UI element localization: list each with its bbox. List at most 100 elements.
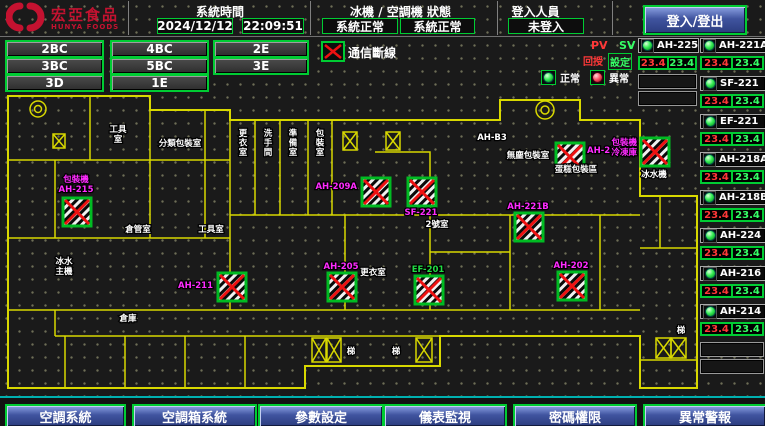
floor-button-3e[interactable]: 3E [213, 57, 309, 75]
header-separator [310, 1, 311, 35]
room-label: 倉管室 [124, 224, 151, 235]
unit-status-led [703, 39, 716, 53]
normal-label: 正常 [560, 70, 580, 85]
pv-header: PV [591, 39, 608, 52]
unit-ef-221[interactable]: EF-221 [700, 114, 765, 129]
stair-symbol [53, 134, 65, 148]
room-label: 無塵包裝室 [507, 150, 550, 161]
unit-sv-value: 23.4 [732, 323, 763, 335]
sv-header: SV [619, 39, 635, 52]
ahu-disconnect-icon-sf-221[interactable] [408, 178, 436, 206]
abnormal-label: 異常 [609, 70, 629, 85]
ahu-disconnect-icon-ah-221b[interactable] [515, 213, 543, 241]
floor-button-3bc[interactable]: 3BC [5, 57, 104, 75]
brand-logo: 宏亞食品 HUNYA FOODS [6, 2, 119, 36]
normal-led-icon [541, 70, 556, 85]
room-label: 主機 [55, 266, 73, 277]
nav-button-2[interactable]: 空調箱系統 [132, 404, 257, 426]
empty-unit-slot [700, 359, 764, 374]
floor-button-2e[interactable]: 2E [213, 40, 309, 58]
header-bottom-line [0, 36, 765, 37]
room-label: 更衣室 [360, 267, 386, 278]
unit-status-led [703, 115, 717, 129]
unit-pv-value: 23.4 [701, 95, 732, 107]
stair-symbol [327, 338, 341, 362]
room-label: 準備室 [289, 128, 298, 158]
ahu-disconnect-icon-ah-211[interactable] [218, 273, 246, 301]
unit-ah-214[interactable]: AH-214 [700, 304, 765, 319]
unit-pv-value: 23.4 [639, 57, 668, 69]
ahu-disconnect-icon-ah-209a[interactable] [362, 178, 390, 206]
unit-ah-221a[interactable]: AH-221A [700, 38, 765, 53]
unit-ah-225[interactable]: AH-225 [638, 38, 699, 53]
room-label: 包裝室 [315, 128, 325, 158]
system-date-value: 2024/12/12 [157, 18, 233, 34]
unit-sv-value: 23.4 [732, 247, 763, 259]
bottom-nav-bar: 空調系統空調箱系統參數設定儀表監視密碼權限異常警報 [0, 396, 765, 426]
room-label: 蛋糕包裝區 [555, 164, 598, 175]
empty-unit-slot [700, 342, 764, 357]
unit-pv-value: 23.4 [701, 323, 732, 335]
equipment-label: AH-202 [554, 261, 589, 271]
room-label: AH-B3 [477, 133, 507, 143]
unit-ah-224[interactable]: AH-224 [700, 228, 765, 243]
unit-values: 23.4 23.4 [638, 56, 697, 70]
nav-button-3[interactable]: 參數設定 [258, 404, 384, 426]
header-separator [612, 1, 613, 35]
ahu-disconnect-icon-ef-201[interactable] [415, 276, 443, 304]
unit-sv-value: 23.4 [732, 171, 763, 183]
unit-ah-218a[interactable]: AH-218A [700, 152, 765, 167]
stair-symbol [312, 338, 326, 362]
unit-sf-221[interactable]: SF-221 [700, 76, 765, 91]
header-separator [128, 1, 129, 35]
nav-button-5[interactable]: 密碼權限 [513, 404, 637, 426]
room-label: 梯 [392, 346, 401, 357]
unit-status-led [703, 77, 717, 91]
unit-pv-value: 23.4 [701, 285, 732, 297]
floor-button-2bc[interactable]: 2BC [5, 40, 104, 58]
nav-button-6[interactable]: 異常警報 [643, 404, 765, 426]
nav-button-4[interactable]: 儀表監視 [383, 404, 507, 426]
brand-logo-icon [6, 2, 46, 36]
room-label: 梯 [677, 325, 686, 336]
floor-button-4bc[interactable]: 4BC [110, 40, 209, 58]
unit-status-led [703, 153, 716, 167]
room-label: 2號室 [426, 219, 449, 230]
unit-status-led [703, 229, 717, 243]
ahu-disconnect-icon-ah-205[interactable] [328, 273, 356, 301]
sv-subheader: 設定 [608, 53, 632, 70]
unit-values: 23.4 23.4 [700, 284, 764, 298]
unit-ah-216[interactable]: AH-216 [700, 266, 765, 281]
floor-button-5bc[interactable]: 5BC [110, 57, 209, 75]
ahu-disconnect-icon-ah-202[interactable] [558, 272, 586, 300]
equipment-label: AH-205 [324, 262, 359, 272]
stair-symbol [671, 338, 686, 358]
floor-plan-map: 工具室分類包裝室AH-B3無塵包裝室蛋糕包裝區冰水機2號室倉管室工具室更衣室冰水… [0, 88, 702, 396]
empty-unit-slot [638, 74, 697, 89]
unit-sv-value: 23.4 [732, 95, 763, 107]
room-label: 工具室 [198, 224, 224, 235]
room-label: 分類包裝室 [159, 138, 202, 149]
room-label: 室 [114, 134, 123, 145]
comm-disconnect-label: 通信斷線 [348, 44, 396, 61]
unit-sv-value: 23.4 [732, 133, 763, 145]
comm-disconnect-icon [321, 41, 345, 62]
status-legend: 正常 異常 [541, 70, 629, 85]
ahu-disconnect-icon-ah-215[interactable] [63, 198, 91, 226]
unit-pv-value: 23.4 [701, 57, 732, 69]
equipment-label: AH-211 [178, 281, 213, 291]
unit-values: 23.4 23.4 [700, 322, 764, 336]
ahu-disconnect-icon-chiller[interactable] [641, 138, 669, 166]
hmi-screen: 宏亞食品 HUNYA FOODS 系統時間 2024/12/12 22:09:5… [0, 0, 765, 426]
unit-pv-value: 23.4 [701, 171, 732, 183]
unit-pv-value: 23.4 [701, 133, 732, 145]
room-label: 工具 [109, 125, 127, 135]
unit-sv-value: 23.4 [668, 57, 697, 69]
nav-button-1[interactable]: 空調系統 [5, 404, 126, 426]
stair-symbol [343, 132, 357, 150]
equipment-label: AH-215 [59, 185, 94, 195]
login-logout-button[interactable]: 登入/登出 [643, 5, 747, 35]
unit-values: 23.4 23.4 [700, 170, 764, 184]
room-label: 洗手間 [264, 128, 273, 158]
unit-ah-218b[interactable]: AH-218B [700, 190, 765, 205]
